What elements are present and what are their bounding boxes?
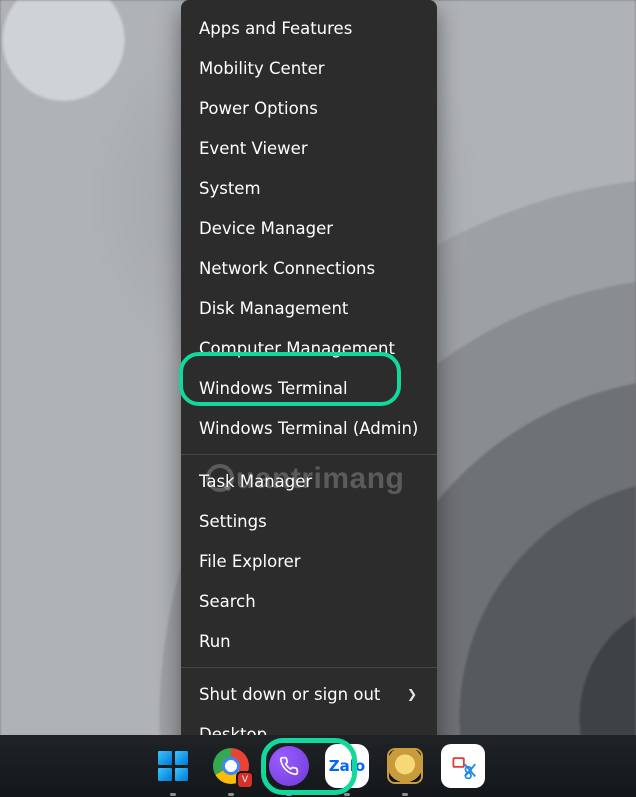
menu-item-device-manager[interactable]: Device Manager <box>181 208 437 248</box>
taskbar-snipping-tool[interactable] <box>441 744 485 788</box>
menu-item-power-options[interactable]: Power Options <box>181 88 437 128</box>
menu-label: Run <box>199 632 231 651</box>
menu-label: Network Connections <box>199 259 375 278</box>
taskbar-start-button[interactable] <box>151 744 195 788</box>
league-of-legends-icon <box>387 748 423 784</box>
zalo-label: Zalo <box>329 757 365 775</box>
menu-label: Search <box>199 592 256 611</box>
menu-label: Power Options <box>199 99 318 118</box>
menu-label: Windows Terminal <box>199 379 348 398</box>
menu-label: Apps and Features <box>199 19 352 38</box>
menu-item-windows-terminal[interactable]: Windows Terminal <box>181 368 437 408</box>
zalo-icon: Zalo <box>325 744 369 788</box>
menu-label: File Explorer <box>199 552 301 571</box>
chrome-icon: V <box>213 748 249 784</box>
menu-label: System <box>199 179 261 198</box>
taskbar-zalo[interactable]: Zalo <box>325 744 369 788</box>
menu-label: Computer Management <box>199 339 395 358</box>
menu-item-shut-down[interactable]: Shut down or sign out ❯ <box>181 674 437 714</box>
menu-item-windows-terminal-admin[interactable]: Windows Terminal (Admin) <box>181 408 437 448</box>
menu-item-mobility-center[interactable]: Mobility Center <box>181 48 437 88</box>
taskbar-lol[interactable] <box>383 744 427 788</box>
snipping-tool-icon <box>441 744 485 788</box>
menu-divider <box>181 667 437 668</box>
menu-label: Settings <box>199 512 267 531</box>
menu-item-apps-features[interactable]: Apps and Features <box>181 8 437 48</box>
winx-context-menu: Apps and Features Mobility Center Power … <box>181 0 437 762</box>
menu-item-file-explorer[interactable]: File Explorer <box>181 541 437 581</box>
menu-label: Disk Management <box>199 299 348 318</box>
menu-item-run[interactable]: Run <box>181 621 437 661</box>
menu-item-task-manager[interactable]: Task Manager <box>181 461 437 501</box>
chevron-right-icon: ❯ <box>407 687 419 701</box>
chrome-badge: V <box>238 773 252 787</box>
menu-label: Shut down or sign out <box>199 685 380 704</box>
taskbar-viber[interactable] <box>267 744 311 788</box>
menu-label: Windows Terminal (Admin) <box>199 419 418 438</box>
menu-label: Mobility Center <box>199 59 325 78</box>
menu-label: Event Viewer <box>199 139 308 158</box>
windows-logo-icon <box>158 751 188 781</box>
menu-item-computer-management[interactable]: Computer Management <box>181 328 437 368</box>
menu-divider <box>181 454 437 455</box>
taskbar-chrome[interactable]: V <box>209 744 253 788</box>
menu-item-network-connections[interactable]: Network Connections <box>181 248 437 288</box>
menu-item-settings[interactable]: Settings <box>181 501 437 541</box>
menu-item-system[interactable]: System <box>181 168 437 208</box>
viber-icon <box>269 746 309 786</box>
taskbar: V Zalo <box>0 735 636 797</box>
menu-item-event-viewer[interactable]: Event Viewer <box>181 128 437 168</box>
menu-item-disk-management[interactable]: Disk Management <box>181 288 437 328</box>
menu-item-search[interactable]: Search <box>181 581 437 621</box>
menu-label: Device Manager <box>199 219 333 238</box>
menu-label: Task Manager <box>199 472 312 491</box>
